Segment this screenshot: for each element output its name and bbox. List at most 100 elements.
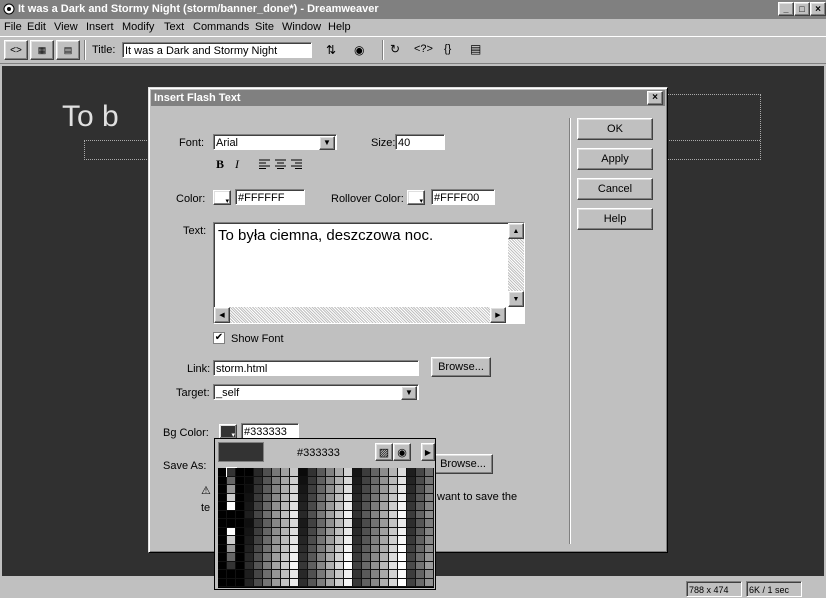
color-swatch[interactable] [236,510,245,519]
color-swatch[interactable] [272,544,281,553]
design-view-button[interactable]: ▤ [56,40,80,60]
color-swatch[interactable] [416,493,425,502]
color-swatch[interactable] [317,485,326,494]
color-swatch[interactable] [362,578,371,587]
color-swatch[interactable] [281,544,290,553]
color-swatch[interactable] [290,570,299,579]
color-swatch[interactable] [272,536,281,545]
color-swatch[interactable] [299,553,308,562]
color-swatch[interactable] [299,476,308,485]
color-swatch[interactable] [236,468,245,477]
color-swatch[interactable] [263,519,272,528]
color-swatch[interactable] [317,527,326,536]
scroll-left-button[interactable]: ◀ [214,307,230,323]
color-swatch[interactable] [236,485,245,494]
color-swatch[interactable] [344,536,353,545]
color-swatch[interactable] [227,553,236,562]
color-swatch[interactable] [389,544,398,553]
color-swatch[interactable] [407,519,416,528]
color-swatch[interactable] [317,536,326,545]
color-swatch[interactable] [227,519,236,528]
color-swatch[interactable] [245,536,254,545]
color-swatch[interactable] [398,485,407,494]
color-swatch[interactable] [416,510,425,519]
color-swatch[interactable] [218,468,227,477]
color-swatch[interactable] [308,536,317,545]
color-swatch[interactable] [416,578,425,587]
color-swatch[interactable] [245,553,254,562]
color-swatch[interactable] [254,485,263,494]
color-swatch[interactable] [398,519,407,528]
color-swatch[interactable] [425,502,434,511]
color-swatch[interactable] [407,570,416,579]
color-swatch[interactable] [290,468,299,477]
color-swatch[interactable] [326,561,335,570]
bg-color-input[interactable]: #333333 [241,423,299,439]
color-swatch[interactable] [290,536,299,545]
color-swatch[interactable] [317,553,326,562]
color-swatch[interactable] [227,561,236,570]
color-swatch[interactable] [353,561,362,570]
color-swatch[interactable] [398,570,407,579]
color-swatch[interactable] [380,510,389,519]
color-swatch[interactable] [353,553,362,562]
color-swatch[interactable] [263,485,272,494]
color-swatch[interactable] [299,527,308,536]
color-swatch[interactable] [389,510,398,519]
color-swatch[interactable] [236,476,245,485]
color-swatch[interactable] [398,493,407,502]
color-swatch[interactable] [218,553,227,562]
color-swatch[interactable] [407,502,416,511]
color-swatch[interactable] [245,519,254,528]
color-swatch[interactable] [416,536,425,545]
color-swatch[interactable] [308,578,317,587]
color-swatch[interactable] [263,468,272,477]
color-swatch[interactable] [272,485,281,494]
page-title-input[interactable]: It was a Dark and Stormy Night [122,42,312,58]
color-swatch[interactable] [380,485,389,494]
color-swatch[interactable] [425,476,434,485]
color-swatch[interactable] [389,553,398,562]
color-swatch[interactable] [362,536,371,545]
color-swatch[interactable] [263,536,272,545]
color-swatch[interactable] [353,527,362,536]
color-swatch[interactable] [416,468,425,477]
reference-icon[interactable]: <?> [414,43,433,55]
color-swatch[interactable] [371,519,380,528]
color-swatch[interactable] [272,510,281,519]
color-swatch[interactable] [281,468,290,477]
color-swatch[interactable] [299,485,308,494]
color-swatch[interactable] [344,561,353,570]
color-swatch[interactable] [299,468,308,477]
color-swatch[interactable] [236,544,245,553]
color-swatch[interactable] [254,476,263,485]
color-swatch[interactable] [245,544,254,553]
color-swatch[interactable] [389,561,398,570]
color-swatch[interactable] [362,544,371,553]
color-swatch[interactable] [254,578,263,587]
color-swatch[interactable] [380,502,389,511]
color-swatch[interactable] [281,553,290,562]
color-swatch[interactable] [236,561,245,570]
color-swatch[interactable] [245,468,254,477]
text-textarea[interactable]: To była ciemna, deszczowa noc. ▲ ▼ ◀ ▶ [213,222,525,324]
color-swatch[interactable] [335,468,344,477]
color-swatch[interactable] [398,476,407,485]
color-swatch[interactable] [380,553,389,562]
color-swatch[interactable] [425,510,434,519]
color-swatch[interactable] [254,493,263,502]
color-swatch[interactable] [263,502,272,511]
color-swatch[interactable] [362,485,371,494]
color-swatch[interactable] [317,544,326,553]
color-swatch[interactable] [425,570,434,579]
color-swatch[interactable] [353,493,362,502]
color-swatch[interactable] [317,510,326,519]
color-swatch[interactable] [326,544,335,553]
color-swatch[interactable] [380,536,389,545]
menu-modify[interactable]: Modify [122,21,154,33]
color-swatch[interactable] [308,570,317,579]
color-swatch[interactable] [425,468,434,477]
color-swatch[interactable] [299,561,308,570]
color-swatch[interactable] [263,561,272,570]
target-select[interactable]: _self ▼ [213,384,419,400]
